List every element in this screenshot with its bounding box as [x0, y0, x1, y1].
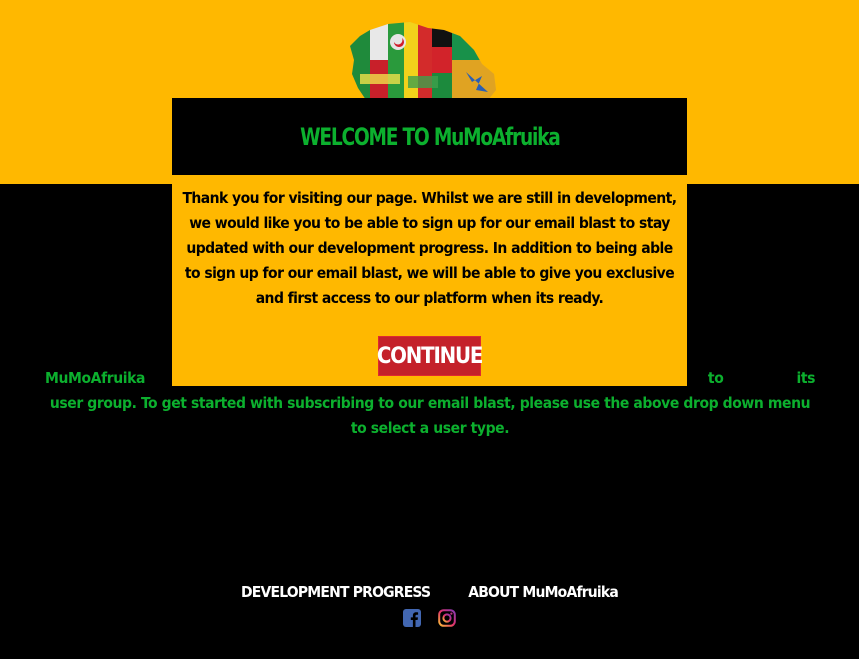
footer-nav: DEVELOPMENT PROGRESS ABOUT MuMoAfruika — [0, 583, 859, 609]
modal-body-text: Thank you for visiting our page. Whilst … — [182, 189, 677, 307]
about-link[interactable]: ABOUT MuMoAfruika — [468, 583, 619, 609]
welcome-modal: WELCOME TO MuMoAfruika Thank you for vis… — [172, 98, 687, 386]
modal-header: WELCOME TO MuMoAfruika — [172, 98, 687, 175]
development-progress-link[interactable]: DEVELOPMENT PROGRESS — [241, 583, 431, 609]
intro-rest: user group. To get started with subscrib… — [49, 394, 811, 437]
continue-button[interactable]: CONTINUE — [377, 336, 483, 376]
instagram-icon[interactable] — [438, 609, 456, 627]
modal-title: WELCOME TO MuMoAfruika — [299, 122, 561, 151]
africa-map-logo — [350, 22, 496, 100]
social-links — [0, 609, 859, 631]
facebook-icon[interactable] — [403, 609, 421, 627]
